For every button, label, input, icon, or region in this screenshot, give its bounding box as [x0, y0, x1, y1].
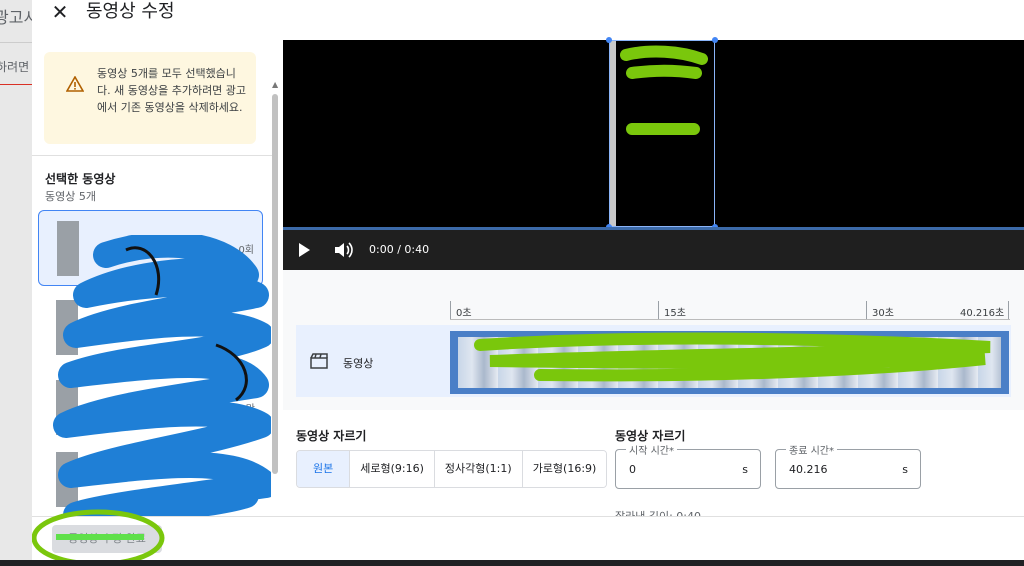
aspect-square-button[interactable]: 정사각형(1:1)	[434, 451, 523, 487]
crop-handle[interactable]	[712, 37, 718, 43]
warning-icon	[66, 76, 84, 92]
crop-handle[interactable]	[606, 37, 612, 43]
aspect-vertical-button[interactable]: 세로형(9:16)	[350, 451, 435, 487]
video-sidebar: 동영상 5개를 모두 선택했습니다. 새 동영상을 추가하려면 광고에서 기존 …	[32, 40, 282, 516]
background-divider	[0, 42, 32, 43]
aspect-crop-title: 동영상 자르기	[296, 429, 367, 443]
footer-divider	[32, 516, 1024, 517]
selected-videos-title: 선택한 동영상	[45, 172, 116, 186]
start-time-field[interactable]: 시작 시간* 0 s	[615, 442, 761, 489]
track-label: 동영상	[343, 357, 374, 370]
ruler-tick	[658, 301, 659, 319]
timeline-panel: 0초 15초 30초 40.216초 동영상	[283, 270, 1024, 410]
highlight-ring	[32, 509, 165, 566]
ruler-label: 0초	[456, 308, 472, 319]
dialog-title: 동영상 수정	[86, 1, 175, 22]
background-hint: 하려면	[0, 60, 30, 74]
ruler-tick	[1008, 301, 1009, 319]
end-time-unit: s	[902, 463, 908, 476]
warning-banner: 동영상 5개를 모두 선택했습니다. 새 동영상을 추가하려면 광고에서 기존 …	[44, 52, 256, 144]
volume-icon[interactable]	[333, 241, 353, 259]
dialog-header: ✕ 동영상 수정	[32, 0, 1024, 40]
end-time-field[interactable]: 종료 시간* 40.216 s	[775, 442, 921, 489]
sidebar-divider	[32, 155, 272, 156]
clapperboard-icon	[310, 353, 328, 369]
crop-frame[interactable]	[606, 37, 718, 230]
redaction-scribble-green	[474, 332, 991, 382]
end-time-value: 40.216	[789, 463, 828, 476]
start-time-unit: s	[742, 463, 748, 476]
edit-video-dialog: ✕ 동영상 수정 동영상 5개를 모두 선택했습니다. 새 동영상을 추가하려면…	[32, 0, 1024, 566]
cut-length-text: 잘라낸 길이: 0:40	[615, 508, 701, 516]
end-time-label: 종료 시간*	[786, 442, 837, 457]
ruler-tick	[450, 301, 451, 319]
time-display: 0:00 / 0:40	[369, 243, 430, 256]
ruler-tick	[866, 301, 867, 319]
ruler-label: 30초	[872, 308, 894, 319]
timeline-ruler: 0초 15초 30초 40.216초	[450, 300, 1010, 320]
aspect-ratio-selector: 원본 세로형(9:16) 정사각형(1:1) 가로형(16:9)	[296, 450, 608, 488]
scroll-up-arrow[interactable]: ▲	[272, 80, 278, 89]
background-error-line	[0, 84, 32, 85]
ruler-label: 40.216초	[960, 308, 1005, 319]
aspect-horizontal-button[interactable]: 가로형(16:9)	[522, 451, 607, 487]
close-icon[interactable]: ✕	[48, 0, 72, 26]
aspect-original-button[interactable]: 원본	[297, 451, 351, 487]
warning-text: 동영상 5개를 모두 선택했습니다. 새 동영상을 추가하려면 광고에서 기존 …	[97, 67, 247, 114]
taskbar-edge	[0, 560, 1024, 566]
video-strip[interactable]	[450, 331, 1009, 394]
video-frame-preview	[610, 41, 708, 226]
ruler-label: 15초	[664, 308, 686, 319]
redaction-scribble	[53, 235, 271, 516]
start-time-value: 0	[629, 463, 636, 476]
play-icon[interactable]	[297, 242, 311, 258]
selected-videos-count: 동영상 5개	[45, 190, 96, 203]
video-track: 동영상	[296, 325, 1011, 397]
background-page: 광고시 하려면	[0, 0, 38, 566]
start-time-label: 시작 시간*	[626, 442, 677, 457]
player-controls: 0:00 / 0:40	[283, 230, 1024, 270]
sidebar-scrollbar[interactable]	[272, 94, 278, 474]
video-player[interactable]: 0:00 / 0:40	[283, 37, 1024, 270]
